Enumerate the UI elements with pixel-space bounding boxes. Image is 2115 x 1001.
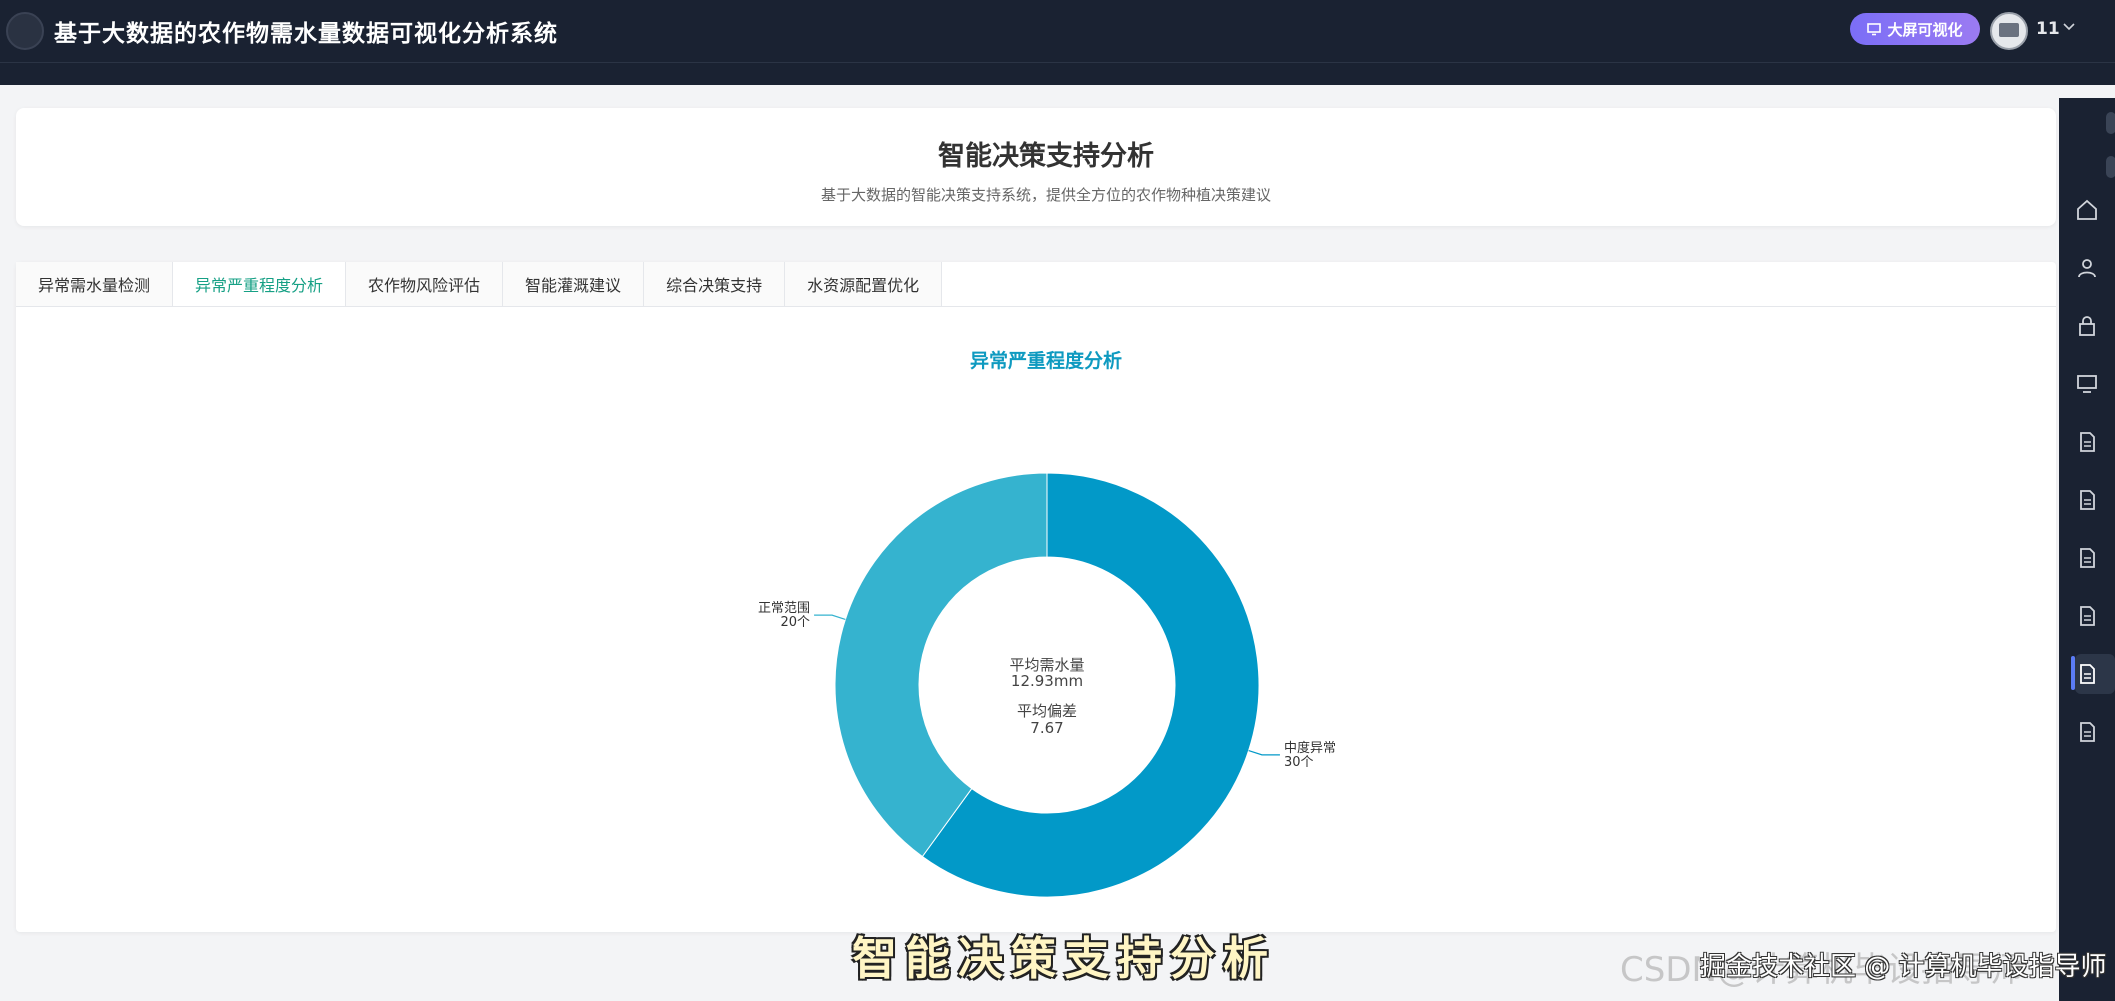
chevron-down-icon[interactable] <box>2062 20 2076 34</box>
slice-leader-line <box>814 614 846 621</box>
slice-label-name: 正常范围 <box>758 601 810 616</box>
center-line1-value: 12.93mm <box>1011 672 1083 690</box>
document-icon[interactable] <box>2075 430 2099 454</box>
slice-label-value: 20个 <box>781 615 811 630</box>
document-icon[interactable] <box>2075 546 2099 570</box>
home-icon[interactable] <box>2075 198 2099 222</box>
right-sidebar <box>2059 98 2115 1001</box>
user-icon[interactable] <box>2075 256 2099 280</box>
center-line2-label: 平均偏差 <box>1017 702 1077 720</box>
document-icon[interactable] <box>2075 604 2099 628</box>
watermark: 掘金技术社区 @ 计算机毕设指导师 <box>1700 952 2107 982</box>
lock-icon[interactable] <box>2075 314 2099 338</box>
video-caption: 智能决策支持分析 <box>852 932 1277 985</box>
presentation-icon[interactable] <box>2075 372 2099 396</box>
document-icon-active[interactable] <box>2075 662 2099 686</box>
center-line2-value: 7.67 <box>1030 719 1063 737</box>
slice-label-value: 30个 <box>1284 755 1314 770</box>
document-icon[interactable] <box>2075 720 2099 744</box>
document-icon[interactable] <box>2075 488 2099 512</box>
slice-label-name: 中度异常 <box>1284 740 1336 756</box>
donut-chart: 中度异常 30个 正常范围 20个 平均需水量 12.93mm 平均偏差 7.6… <box>758 472 1336 898</box>
slice-leader-line <box>1248 749 1280 756</box>
